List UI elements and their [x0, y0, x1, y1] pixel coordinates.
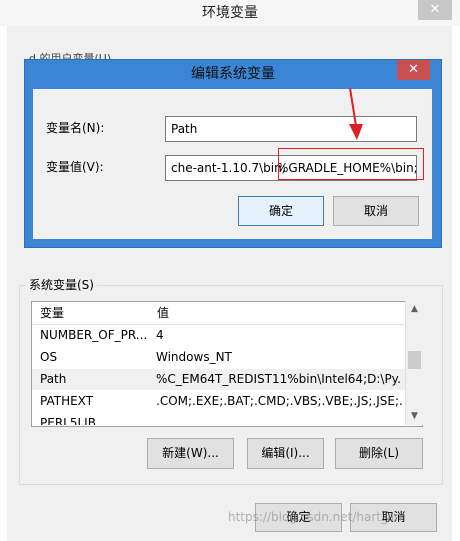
scroll-down-icon[interactable]: ▼: [406, 408, 423, 425]
row-variable-name: OS: [40, 350, 58, 364]
table-row-selected[interactable]: Path %C_EM64T_REDIST11%bin\Intel64;D:\Py…: [32, 369, 406, 390]
window-border-left: [0, 26, 7, 541]
row-variable-value: Windows_NT: [156, 350, 232, 364]
row-variable-name: PATHEXT: [40, 394, 94, 408]
row-variable-value: 4: [156, 328, 164, 342]
close-icon[interactable]: ✕: [397, 60, 430, 80]
row-variable-value: .COM;.EXE;.BAT;.CMD;.VBS;.VBE;.JS;.JSE;.…: [156, 394, 402, 408]
row-variable-name: PERL5LIB: [40, 416, 96, 425]
column-header-value[interactable]: 值: [149, 302, 411, 325]
new-variable-button[interactable]: 新建(W)...: [147, 438, 234, 469]
window-title: 环境变量: [0, 0, 460, 26]
variable-name-field[interactable]: Path: [165, 116, 417, 142]
row-variable-name: Path: [40, 372, 67, 386]
edit-variable-button[interactable]: 编辑(I)...: [247, 438, 324, 469]
variable-name-label: 变量名(N):: [46, 121, 105, 135]
row-variable-name: NUMBER_OF_PR...: [40, 328, 148, 342]
edit-system-variable-dialog: 编辑系统变量 ✕ 变量名(N): Path 变量值(V): che-ant-1.…: [24, 59, 442, 248]
table-row[interactable]: PATHEXT .COM;.EXE;.BAT;.CMD;.VBS;.VBE;.J…: [32, 391, 406, 412]
variable-value-text: che-ant-1.10.7\bin;: [171, 161, 286, 175]
dialog-title: 编辑系统变量: [191, 66, 275, 82]
column-header-variable[interactable]: 变量: [32, 302, 157, 325]
table-row[interactable]: NUMBER_OF_PR... 4: [32, 325, 406, 346]
scroll-up-icon[interactable]: ▲: [406, 301, 423, 318]
table-row[interactable]: OS Windows_NT: [32, 347, 406, 368]
delete-variable-button[interactable]: 删除(L): [335, 438, 423, 469]
variable-value-label: 变量值(V):: [46, 160, 104, 174]
table-scrollbar[interactable]: ▲ ▼: [405, 301, 423, 425]
system-variables-table[interactable]: 变量 值 NUMBER_OF_PR... 4 OS Windows_NT Pat…: [31, 301, 423, 427]
dialog-cancel-button[interactable]: 取消: [333, 196, 419, 226]
window-border-right: [452, 26, 460, 541]
watermark: https://blog.csdn.net/hart_an: [228, 510, 402, 524]
close-icon[interactable]: ✕: [418, 0, 452, 20]
row-variable-value: %C_EM64T_REDIST11%bin\Intel64;D:\Py...: [156, 372, 402, 386]
system-variables-label: 系统变量(S): [26, 276, 97, 293]
highlight-annotation-box: [278, 148, 424, 180]
table-row[interactable]: PERL5LIB: [32, 413, 406, 425]
dialog-ok-button[interactable]: 确定: [238, 196, 324, 226]
red-arrow-annotation: [349, 87, 363, 140]
dialog-body: 变量名(N): Path 变量值(V): che-ant-1.10.7\bin;…: [33, 89, 432, 239]
scrollbar-thumb[interactable]: [408, 351, 421, 369]
